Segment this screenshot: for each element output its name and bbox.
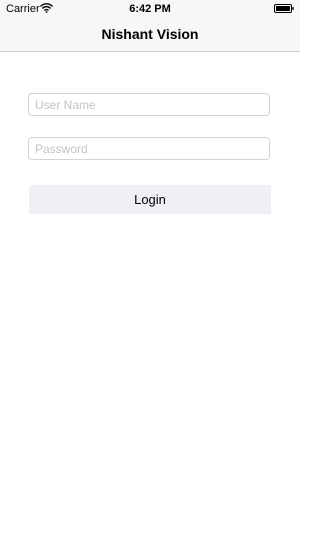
page-title: Nishant Vision xyxy=(101,26,199,42)
username-field[interactable] xyxy=(28,93,270,116)
battery-icon xyxy=(274,4,294,13)
status-time: 6:42 PM xyxy=(129,3,171,15)
login-button[interactable]: Login xyxy=(29,185,271,214)
status-bar: Carrier 6:42 PM xyxy=(0,0,300,18)
navigation-bar: Nishant Vision xyxy=(0,18,300,52)
password-field[interactable] xyxy=(28,137,270,160)
